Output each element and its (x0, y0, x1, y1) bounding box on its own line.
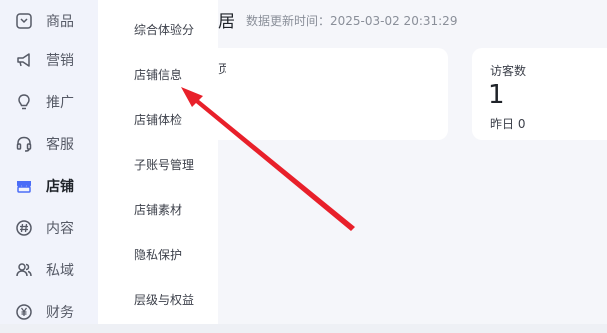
sidebar-item-content[interactable]: 内容 (0, 207, 98, 249)
product-icon (14, 11, 34, 31)
visitors-value: 1 (488, 80, 505, 110)
yuan-icon (14, 302, 34, 322)
visitors-card: 访客数 1 昨日 0 (472, 48, 607, 140)
submenu-item-privacy[interactable]: 隐私保护 (134, 246, 182, 263)
page-title: 居 (218, 12, 235, 32)
main-content: 居 数据更新时间：2025-03-02 20:31:29 页 访客数 1 昨日 … (218, 0, 607, 324)
submenu-item-levels-rights[interactable]: 层级与权益 (134, 291, 194, 308)
store-icon (14, 176, 34, 196)
submenu-item-store-info[interactable]: 店铺信息 (134, 66, 182, 83)
sidebar-item-finance[interactable]: 财务 (0, 291, 98, 333)
yesterday-value: 0 (517, 117, 526, 131)
stat-card: 页 (218, 48, 448, 140)
sidebar-item-label: 商品 (46, 14, 74, 30)
sidebar-item-label: 私域 (46, 263, 74, 279)
users-icon (14, 260, 34, 280)
stat-card-label: 页 (218, 62, 226, 76)
megaphone-icon (14, 50, 34, 70)
sidebar-item-label: 客服 (46, 137, 74, 153)
sidebar-item-marketing[interactable]: 营销 (0, 39, 98, 81)
sidebar: 商品 营销 推广 客服 店铺 内容 私域 财务 (0, 0, 98, 324)
visitors-label: 访客数 (490, 64, 527, 78)
yesterday-label: 昨日 (490, 117, 515, 131)
headset-icon (14, 134, 34, 154)
submenu-item-store-checkup[interactable]: 店铺体检 (134, 111, 182, 128)
hashtag-icon (14, 218, 34, 238)
submenu-item-store-assets[interactable]: 店铺素材 (134, 201, 182, 218)
sidebar-item-label: 推广 (46, 95, 74, 111)
sidebar-item-label: 营销 (46, 53, 74, 69)
sidebar-item-label: 内容 (46, 221, 74, 237)
update-time: 数据更新时间：2025-03-02 20:31:29 (246, 14, 458, 28)
submenu-item-sub-accounts[interactable]: 子账号管理 (134, 156, 194, 173)
sidebar-item-customer-service[interactable]: 客服 (0, 123, 98, 165)
visitors-yesterday: 昨日 0 (490, 115, 525, 132)
store-submenu: 综合体验分 店铺信息 店铺体检 子账号管理 店铺素材 隐私保护 层级与权益 (98, 0, 218, 324)
sidebar-item-label: 财务 (46, 305, 74, 321)
sidebar-item-label: 店铺 (46, 179, 74, 195)
sidebar-item-store[interactable]: 店铺 (0, 165, 98, 207)
sidebar-item-private-domain[interactable]: 私域 (0, 249, 98, 291)
submenu-item-experience-score[interactable]: 综合体验分 (134, 21, 194, 38)
bulb-icon (14, 92, 34, 112)
sidebar-item-products[interactable]: 商品 (0, 0, 98, 42)
sidebar-item-promotion[interactable]: 推广 (0, 81, 98, 123)
